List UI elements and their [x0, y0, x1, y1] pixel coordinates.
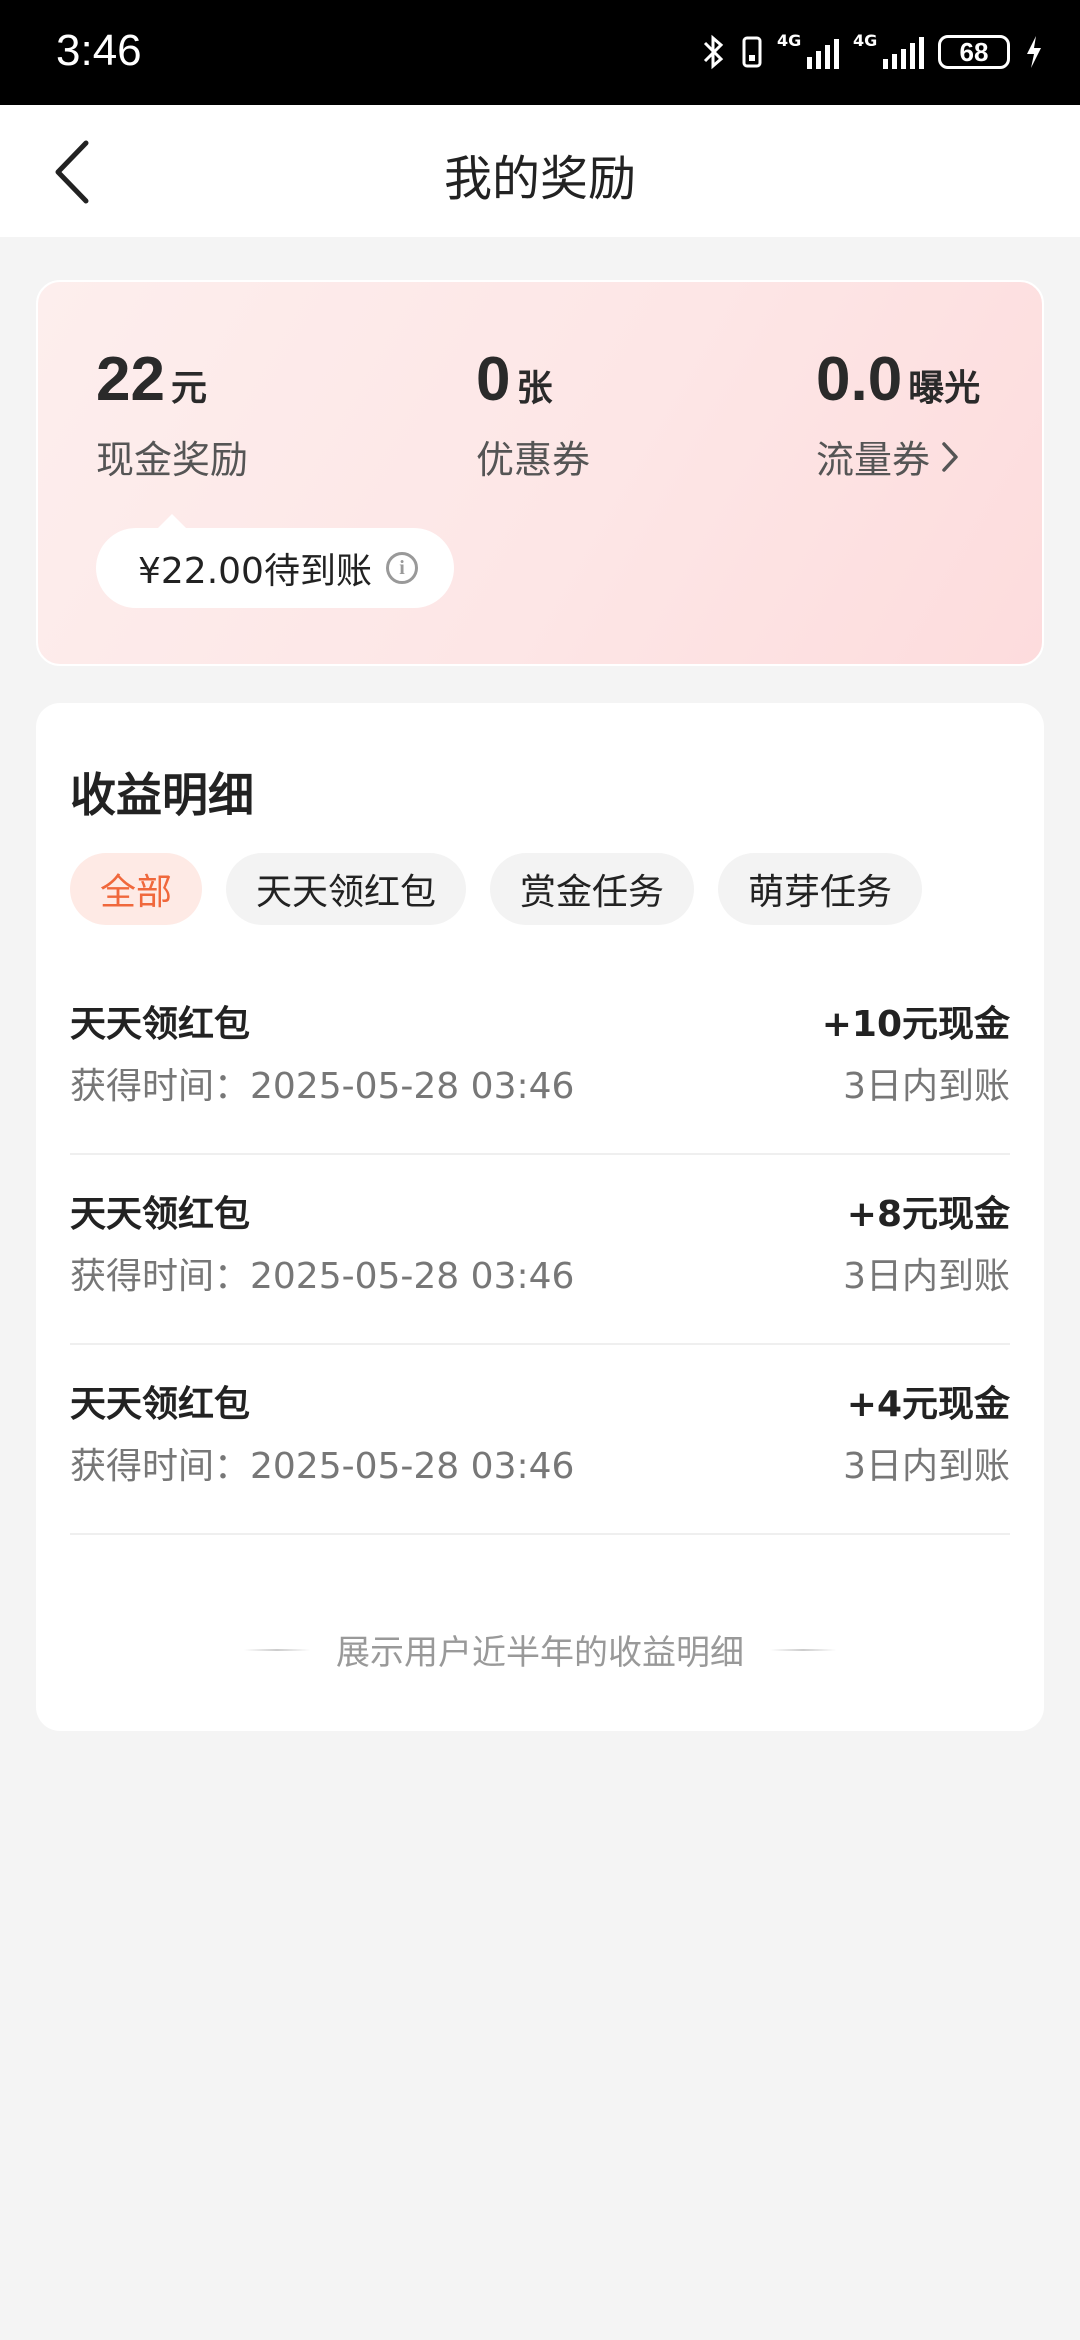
record-status: 3日内到账 — [843, 1446, 1010, 1487]
filter-tabs: 全部 天天领红包 赏金任务 萌芽任务 — [70, 853, 923, 925]
traffic-coupon-value: 0.0 — [816, 345, 903, 414]
charging-icon — [1027, 36, 1041, 68]
record-amount: +10元现金 — [821, 1004, 1010, 1045]
phone-vibrate-icon — [742, 36, 762, 68]
signal-label-2: 4G — [853, 31, 878, 50]
record-time: 获得时间：2025-05-28 03:46 — [70, 1066, 575, 1107]
status-bar: 3:46 4G 4G 68 — [0, 0, 1080, 105]
bluetooth-icon — [703, 34, 724, 70]
divider-right — [770, 1648, 836, 1651]
page-title: 我的奖励 — [443, 151, 636, 207]
history-range-note: 展示用户近半年的收益明细 — [36, 1625, 1044, 1674]
cash-reward-value: 22 — [96, 345, 165, 414]
signal-strength-icon-2: 4G — [853, 31, 924, 69]
record-time: 获得时间：2025-05-28 03:46 — [70, 1256, 575, 1297]
info-icon[interactable]: i — [385, 552, 418, 584]
traffic-coupon-stat[interactable]: 0.0 曝光 流量券 — [816, 344, 980, 484]
pending-amount-text: ¥22.00待到账 — [138, 551, 372, 592]
filter-tab-daily-red-packet[interactable]: 天天领红包 — [226, 853, 467, 925]
pending-amount-pill[interactable]: ¥22.00待到账 i — [96, 514, 454, 608]
record-status: 3日内到账 — [843, 1066, 1010, 1107]
record-amount: +4元现金 — [846, 1384, 1010, 1425]
cash-reward-stat[interactable]: 22 元 现金奖励 — [96, 344, 248, 484]
coupon-unit: 张 — [516, 368, 553, 409]
battery-icon: 68 — [938, 35, 1010, 69]
earnings-record[interactable]: 天天领红包 获得时间：2025-05-28 03:46 +4元现金 3日内到账 — [70, 1345, 1010, 1535]
record-name: 天天领红包 — [70, 1194, 251, 1235]
cash-reward-unit: 元 — [170, 368, 207, 409]
earnings-record[interactable]: 天天领红包 获得时间：2025-05-28 03:46 +10元现金 3日内到账 — [70, 965, 1010, 1155]
record-name: 天天领红包 — [70, 1004, 251, 1045]
record-status: 3日内到账 — [843, 1256, 1010, 1297]
coupon-label: 优惠券 — [476, 438, 591, 482]
earnings-record[interactable]: 天天领红包 获得时间：2025-05-28 03:46 +8元现金 3日内到账 — [70, 1155, 1010, 1345]
record-amount: +8元现金 — [846, 1194, 1010, 1235]
battery-level: 68 — [959, 36, 989, 67]
traffic-coupon-unit: 曝光 — [908, 368, 981, 409]
reward-summary-card: 22 元 现金奖励 0张 优惠券 0.0 曝光 流量券 ¥22.00待到账 i — [36, 280, 1044, 666]
record-name: 天天领红包 — [70, 1384, 251, 1425]
section-title: 收益明细 — [70, 768, 254, 822]
record-time: 获得时间：2025-05-28 03:46 — [70, 1446, 575, 1487]
history-range-text: 展示用户近半年的收益明细 — [336, 1633, 744, 1673]
coupon-stat[interactable]: 0张 优惠券 — [476, 344, 590, 484]
divider-left — [244, 1648, 310, 1651]
earnings-detail-card: 收益明细 全部 天天领红包 赏金任务 萌芽任务 天天领红包 获得时间：2025-… — [36, 703, 1044, 1731]
traffic-coupon-label: 流量券 — [816, 438, 931, 482]
cash-reward-label: 现金奖励 — [96, 438, 249, 482]
signal-label-1: 4G — [777, 31, 802, 50]
status-icons: 4G 4G 68 — [701, 30, 1044, 74]
coupon-value: 0 — [476, 345, 511, 414]
signal-strength-icon-1: 4G — [777, 31, 839, 69]
filter-tab-bounty-task[interactable]: 赏金任务 — [490, 853, 695, 925]
filter-tab-all[interactable]: 全部 — [70, 853, 203, 925]
chevron-right-icon — [942, 441, 958, 472]
filter-tab-sprout-task[interactable]: 萌芽任务 — [718, 853, 923, 925]
nav-bar: 我的奖励 — [0, 105, 1080, 237]
status-time: 3:46 — [56, 26, 142, 75]
